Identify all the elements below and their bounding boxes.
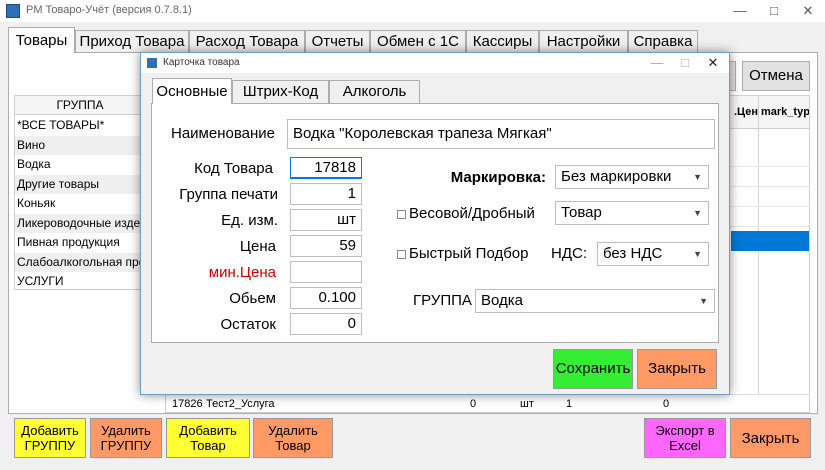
min-price-label: мин.Цена xyxy=(208,264,276,281)
cell-code: 17826 xyxy=(172,398,203,410)
column-header-price[interactable]: .Цен xyxy=(734,96,764,129)
print-group-field[interactable]: 1 xyxy=(290,183,362,205)
cell-rest: 0 xyxy=(663,398,670,410)
group-item[interactable]: УСЛУГИ xyxy=(15,272,143,289)
vat-select[interactable]: без НДС ▼ xyxy=(597,242,709,266)
tab-main[interactable]: Основные xyxy=(152,78,232,104)
cell-name: Тест2_Услуга xyxy=(206,398,275,410)
close-icon[interactable]: ✕ xyxy=(791,0,825,22)
chevron-down-icon: ▼ xyxy=(693,172,702,182)
stock-label: Остаток xyxy=(220,316,277,333)
vat-select-value: без НДС xyxy=(603,245,663,262)
price-label: Цена xyxy=(239,238,276,255)
column-divider xyxy=(758,96,759,412)
weight-select[interactable]: Товар ▼ xyxy=(555,201,709,225)
tab-help[interactable]: Справка xyxy=(628,30,698,52)
maximize-icon[interactable]: □ xyxy=(757,0,791,22)
tab-exchange-1c[interactable]: Обмен с 1С xyxy=(370,30,466,52)
group-list-header: ГРУППА xyxy=(15,96,143,115)
weight-checkbox[interactable] xyxy=(397,210,406,219)
column-header-mark-type[interactable]: mark_typ xyxy=(761,96,809,129)
dialog-app-icon xyxy=(147,58,157,68)
group-item[interactable]: Вино xyxy=(15,135,143,155)
group-item[interactable]: Ликероводочные изде xyxy=(15,213,143,233)
group-select[interactable]: Водка ▼ xyxy=(475,289,715,313)
name-label: Наименование xyxy=(171,125,275,142)
dialog-maximize-icon[interactable]: □ xyxy=(671,53,699,73)
dialog-close-button[interactable]: Закрыть xyxy=(637,349,717,389)
dialog-minimize-icon[interactable]: — xyxy=(643,53,671,73)
tab-cashiers[interactable]: Кассиры xyxy=(466,30,539,52)
group-item[interactable]: Коньяк xyxy=(15,194,143,214)
export-excel-button[interactable]: Экспорт в Excel xyxy=(644,418,726,458)
window-title: PM Товаро-Учёт (версия 0.7.8.1) xyxy=(26,4,192,16)
group-label: ГРУППА xyxy=(413,292,472,309)
code-field[interactable]: 17818 xyxy=(290,157,362,179)
selected-row-highlight[interactable] xyxy=(731,231,809,251)
quick-pick-label: Быстрый Подбор xyxy=(409,245,529,262)
tab-settings[interactable]: Настройки xyxy=(539,30,628,52)
cancel-button[interactable]: Отмена xyxy=(742,61,810,91)
group-item[interactable]: Водка xyxy=(15,155,143,175)
vat-label: НДС: xyxy=(551,245,587,262)
group-item[interactable]: Другие товары xyxy=(15,174,143,194)
table-row[interactable]: 17826 Тест2_Услуга 0 шт 1 0 xyxy=(166,394,809,412)
delete-product-button[interactable]: Удалить Товар xyxy=(253,418,333,458)
dialog-titlebar: Карточка товара — □ ✕ xyxy=(141,53,729,73)
main-titlebar: PM Товаро-Учёт (версия 0.7.8.1) — □ ✕ xyxy=(0,0,825,22)
tab-barcode[interactable]: Штрих-Код xyxy=(232,80,329,103)
cell-price: 0 xyxy=(470,398,477,410)
add-product-button[interactable]: Добавить Товар xyxy=(166,418,250,458)
close-button[interactable]: Закрыть xyxy=(730,418,811,458)
name-field[interactable]: Водка "Королевская трапеза Мягкая" xyxy=(287,119,715,149)
marking-select-value: Без маркировки xyxy=(561,168,672,185)
stock-field[interactable]: 0 xyxy=(290,313,362,335)
product-card-dialog: Карточка товара — □ ✕ Основные Штрих-Код… xyxy=(140,52,730,395)
code-label: Код Товара xyxy=(194,160,273,177)
group-select-value: Водка xyxy=(481,292,524,309)
tab-reports[interactable]: Отчеты xyxy=(305,30,370,52)
group-item[interactable]: Пивная продукция xyxy=(15,233,143,253)
weight-select-value: Товар xyxy=(561,204,602,221)
tab-alcohol[interactable]: Алкоголь xyxy=(329,80,420,103)
cell-qty: 1 xyxy=(566,398,573,410)
chevron-down-icon: ▼ xyxy=(693,208,702,218)
unit-field[interactable]: шт xyxy=(290,209,362,231)
delete-group-button[interactable]: Удалить ГРУППУ xyxy=(90,418,162,458)
unit-label: Ед. изм. xyxy=(221,212,278,229)
volume-label: Обьем xyxy=(229,290,276,307)
tab-expense[interactable]: Расход Товара xyxy=(189,30,305,52)
tab-income[interactable]: Приход Товара xyxy=(75,30,189,52)
group-item[interactable]: Слабоалкогольная про xyxy=(15,252,143,272)
min-price-field[interactable] xyxy=(290,261,362,283)
chevron-down-icon: ▼ xyxy=(693,249,702,259)
price-field[interactable]: 59 xyxy=(290,235,362,257)
volume-field[interactable]: 0.100 xyxy=(290,287,362,309)
chevron-down-icon: ▼ xyxy=(699,296,708,306)
print-group-label: Группа печати xyxy=(179,186,278,203)
group-item[interactable]: *ВСЕ ТОВАРЫ* xyxy=(15,116,143,136)
marking-select[interactable]: Без маркировки ▼ xyxy=(555,165,709,189)
tab-products[interactable]: Товары xyxy=(8,27,75,53)
minimize-icon[interactable]: — xyxy=(723,0,757,22)
dialog-title: Карточка товара xyxy=(163,57,240,68)
cell-unit: шт xyxy=(520,398,534,410)
quick-pick-checkbox[interactable] xyxy=(397,250,406,259)
app-icon xyxy=(6,4,20,18)
weight-label: Весовой/Дробный xyxy=(409,205,535,222)
group-list[interactable]: ГРУППА *ВСЕ ТОВАРЫ* Вино Водка Другие то… xyxy=(14,95,144,290)
save-button[interactable]: Сохранить xyxy=(553,349,633,389)
dialog-close-icon[interactable]: ✕ xyxy=(699,53,727,73)
add-group-button[interactable]: Добавить ГРУППУ xyxy=(14,418,86,458)
marking-label: Маркировка: xyxy=(450,169,546,186)
